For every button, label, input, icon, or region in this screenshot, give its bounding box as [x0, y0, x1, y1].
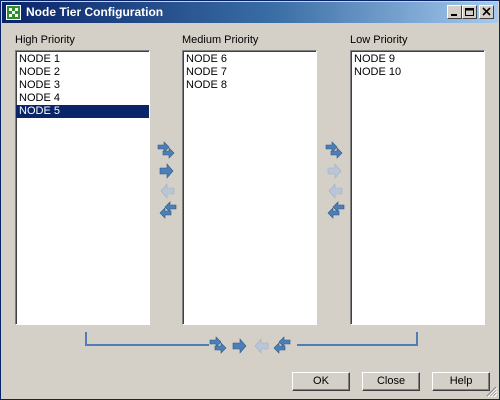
medium-low-arrow-group [325, 141, 345, 221]
move-all-left-icon[interactable] [157, 201, 177, 221]
list-item[interactable]: NODE 3 [16, 79, 149, 92]
move-left-icon [251, 336, 271, 356]
window-title: Node Tier Configuration [26, 5, 164, 19]
list-item[interactable]: NODE 1 [16, 53, 149, 66]
move-all-right-icon[interactable] [325, 141, 345, 161]
move-all-right-icon[interactable] [209, 336, 229, 356]
move-all-left-icon[interactable] [271, 336, 291, 356]
list-item[interactable]: NODE 6 [183, 53, 316, 66]
move-all-right-icon[interactable] [157, 141, 177, 161]
move-right-icon[interactable] [230, 336, 250, 356]
list-item[interactable]: NODE 5 [16, 105, 149, 118]
maximize-icon [465, 8, 474, 16]
close-window-button[interactable] [479, 5, 494, 19]
medium-priority-list[interactable]: NODE 6 NODE 7 NODE 8 [182, 50, 317, 325]
low-priority-list[interactable]: NODE 9 NODE 10 [350, 50, 485, 325]
move-left-icon [325, 181, 345, 201]
high-priority-label: High Priority [15, 34, 75, 46]
list-item[interactable]: NODE 9 [351, 53, 484, 66]
dialog-window: Node Tier Configuration High Priority NO… [0, 0, 500, 400]
medium-priority-label: Medium Priority [182, 34, 259, 46]
close-button[interactable]: Close [362, 372, 420, 391]
minimize-icon [451, 14, 457, 16]
ok-button[interactable]: OK [292, 372, 350, 391]
close-icon [482, 7, 491, 16]
move-right-icon[interactable] [157, 161, 177, 181]
title-bar[interactable]: Node Tier Configuration [2, 2, 498, 23]
list-item[interactable]: NODE 10 [351, 66, 484, 79]
low-priority-label: Low Priority [350, 34, 408, 46]
list-item[interactable]: NODE 7 [183, 66, 316, 79]
move-right-icon [325, 161, 345, 181]
list-item[interactable]: NODE 4 [16, 92, 149, 105]
high-low-arrow-group [209, 336, 293, 356]
high-medium-arrow-group [157, 141, 177, 221]
minimize-button[interactable] [447, 5, 462, 19]
app-icon [6, 5, 21, 20]
maximize-button[interactable] [462, 5, 477, 19]
list-item[interactable]: NODE 2 [16, 66, 149, 79]
move-all-left-icon[interactable] [325, 201, 345, 221]
list-item[interactable]: NODE 8 [183, 79, 316, 92]
high-priority-list[interactable]: NODE 1 NODE 2 NODE 3 NODE 4 NODE 5 [15, 50, 150, 325]
help-button[interactable]: Help [432, 372, 490, 391]
move-left-icon [157, 181, 177, 201]
resize-grip-icon[interactable] [485, 385, 497, 397]
